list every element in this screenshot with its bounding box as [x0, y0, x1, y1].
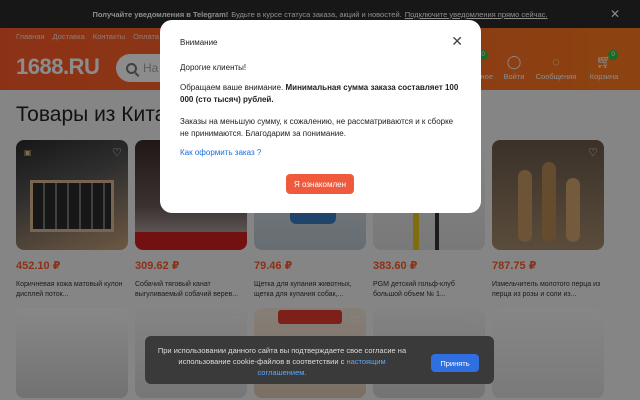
modal-greeting: Дорогие клиенты! [180, 63, 247, 72]
attention-modal: Внимание ✕ Дорогие клиенты! Обращаем ваш… [160, 20, 481, 213]
close-icon[interactable]: ✕ [451, 33, 463, 50]
how-to-order-link[interactable]: Как оформить заказ ? [180, 148, 461, 157]
cookie-text-block: При использовании данного сайта вы подтв… [157, 345, 407, 378]
modal-title: Внимание [180, 38, 218, 47]
acknowledge-button[interactable]: Я ознакомлен [286, 174, 354, 194]
modal-paragraph-1: Обращаем ваше внимание. Минимальная сумм… [180, 82, 461, 106]
modal-paragraph-1-prefix: Обращаем ваше внимание. [180, 83, 284, 92]
cookie-banner: При использовании данного сайта вы подтв… [145, 336, 494, 384]
modal-paragraph-2: Заказы на меньшую сумму, к сожалению, не… [180, 117, 454, 138]
accept-cookies-button[interactable]: Принять [431, 354, 479, 372]
